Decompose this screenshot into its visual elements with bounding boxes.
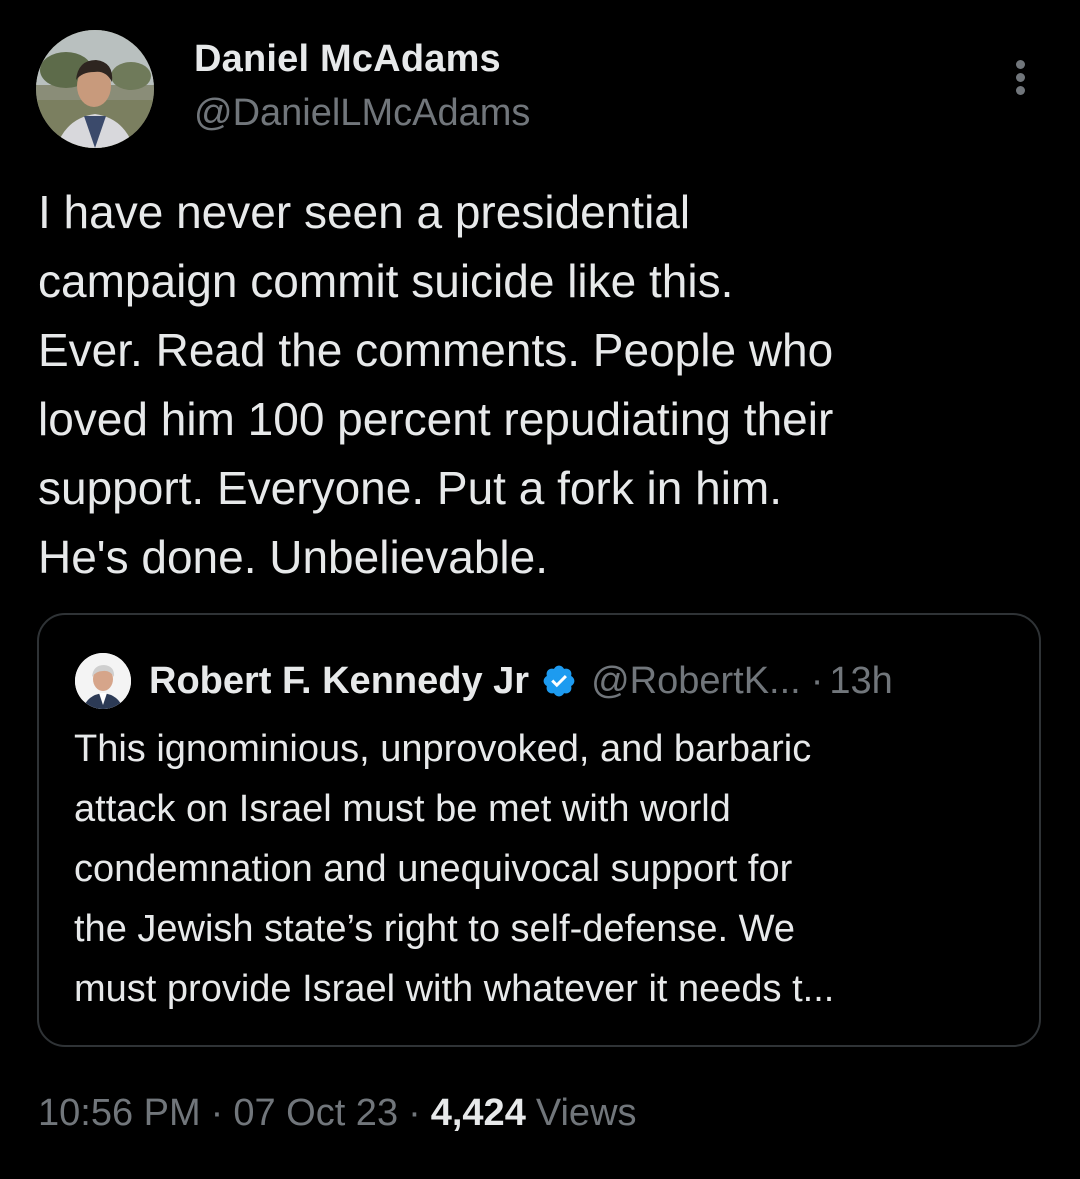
tweet-date[interactable]: 07 Oct 23 — [233, 1092, 398, 1135]
tweet: Daniel McAdams @DanielLMcAdams I have ne… — [0, 0, 1080, 1179]
tweet-meta: 10:56 PM · 07 Oct 23 · 4,424 Views — [38, 1092, 637, 1135]
tweet-time[interactable]: 10:56 PM — [38, 1092, 201, 1135]
quoted-tweet[interactable]: Robert F. Kennedy Jr @RobertK... · 13h T… — [37, 613, 1041, 1047]
separator-dot: · — [408, 1092, 421, 1134]
author-avatar[interactable] — [36, 30, 154, 148]
separator-dot: · — [210, 1092, 224, 1134]
author-name[interactable]: Daniel McAdams — [194, 38, 501, 81]
quoted-tweet-text: This ignominious, unprovoked, and barbar… — [74, 728, 835, 1010]
author-handle[interactable]: @DanielLMcAdams — [194, 92, 530, 135]
tweet-text: I have never seen a presidential campaig… — [38, 186, 834, 583]
separator-dot: · — [810, 659, 824, 702]
quoted-author-handle[interactable]: @RobertK... — [591, 660, 801, 703]
quoted-author-avatar[interactable] — [75, 653, 131, 709]
verified-badge-icon — [541, 663, 577, 699]
more-dot — [1016, 73, 1025, 82]
views-count[interactable]: 4,424 — [431, 1092, 526, 1135]
quoted-author-name[interactable]: Robert F. Kennedy Jr — [149, 660, 529, 703]
more-dot — [1016, 86, 1025, 95]
more-vertical-icon[interactable] — [1000, 52, 1042, 102]
quoted-header: Robert F. Kennedy Jr @RobertK... · 13h — [149, 653, 893, 709]
more-dot — [1016, 60, 1025, 69]
quoted-timestamp[interactable]: 13h — [829, 660, 892, 703]
views-label[interactable]: Views — [536, 1092, 637, 1135]
